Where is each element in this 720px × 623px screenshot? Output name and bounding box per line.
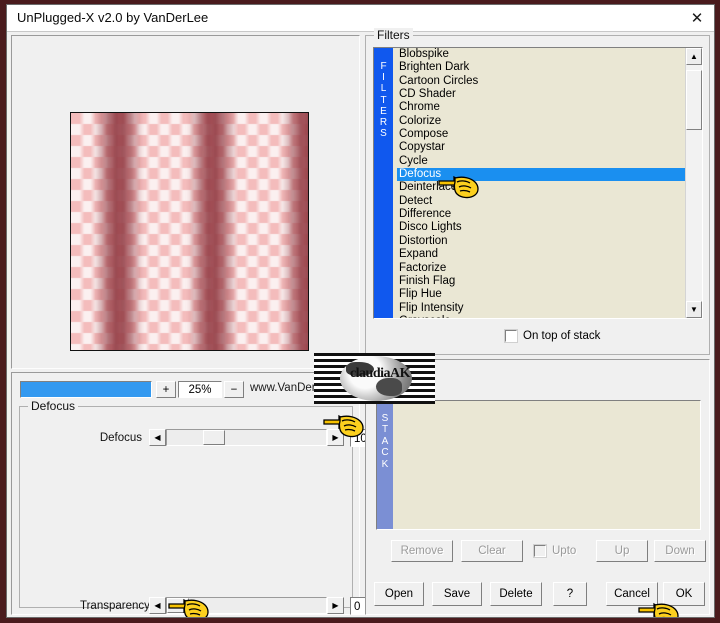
filter-list-item[interactable]: Expand <box>397 248 685 261</box>
arrow-left-icon[interactable]: ◀ <box>149 597 166 614</box>
controls-panel: + 25% − www.VanDerLee.com Defocus Defocu… <box>11 372 390 615</box>
arrow-right-icon[interactable]: ▶ <box>327 597 344 614</box>
delete-button[interactable]: Delete <box>490 582 542 606</box>
filter-list-item[interactable]: Cartoon Circles <box>397 75 685 88</box>
filter-preview-image[interactable] <box>70 112 309 351</box>
zoom-in-button[interactable]: + <box>156 381 176 398</box>
filter-list-item[interactable]: Blobspike <box>397 48 685 61</box>
filter-list-item[interactable]: Copystar <box>397 141 685 154</box>
application-window: UnPlugged-X v2.0 by VanDerLee ✕ Filters … <box>6 4 715 618</box>
upto-label: Upto <box>552 545 577 557</box>
ok-button[interactable]: OK <box>663 582 705 606</box>
stack-vertical-label: STACK <box>377 401 393 529</box>
help-button[interactable]: ? <box>553 582 587 606</box>
defocus-slider-track[interactable] <box>166 429 327 446</box>
window-title: UnPlugged-X v2.0 by VanDerLee <box>17 10 209 25</box>
transparency-slider-track[interactable] <box>166 597 327 614</box>
filters-legend: Filters <box>374 28 413 42</box>
filter-list-item[interactable]: Flip Hue <box>397 288 685 301</box>
transparency-slider-label: Transparency <box>80 599 150 612</box>
arrow-right-icon[interactable]: ▶ <box>327 429 344 446</box>
filter-list-item[interactable]: Flip Intensity <box>397 302 685 315</box>
filter-list-item[interactable]: Brighten Dark <box>397 61 685 74</box>
filters-group: Filters FILTERS Blobspike Brighten Dark Ca… <box>365 28 710 355</box>
filter-list-item[interactable]: Difference <box>397 208 685 221</box>
stack-remove-button[interactable]: Remove <box>391 540 453 562</box>
vanderlee-website-link[interactable]: www.VanDerLee.com <box>250 382 360 394</box>
transparency-slider-thumb[interactable] <box>167 598 189 613</box>
filter-list-item[interactable]: Factorize <box>397 262 685 275</box>
zoom-progress-fill <box>21 382 151 397</box>
window-body: Filters FILTERS Blobspike Brighten Dark Ca… <box>7 28 714 617</box>
scrollbar-thumb[interactable] <box>686 70 702 130</box>
transparency-slider-row: Transparency ◀ ▶ <box>80 597 346 614</box>
filter-list-item[interactable]: Colorize <box>397 115 685 128</box>
chevron-up-icon[interactable]: ▲ <box>686 48 702 65</box>
filter-list-item[interactable]: CD Shader <box>397 88 685 101</box>
zoom-out-button[interactable]: − <box>224 381 244 398</box>
on-top-of-stack-checkbox[interactable] <box>504 329 518 343</box>
filter-list-item[interactable]: Detect <box>397 195 685 208</box>
zoom-level-value: 25% <box>178 381 222 398</box>
defocus-slider-row: Defocus ◀ ▶ <box>80 429 346 446</box>
upto-row[interactable]: Upto <box>533 544 577 558</box>
stack-list[interactable] <box>393 401 700 529</box>
defocus-slider-thumb[interactable] <box>203 430 225 445</box>
chevron-down-icon[interactable]: ▼ <box>686 301 702 318</box>
filter-list-item[interactable]: Chrome <box>397 101 685 114</box>
arrow-left-icon[interactable]: ◀ <box>149 429 166 446</box>
filter-list-item[interactable]: Deinterlace <box>397 181 685 194</box>
stack-clear-button[interactable]: Clear <box>461 540 523 562</box>
filters-scrollbar[interactable]: ▲ ▼ <box>685 48 702 318</box>
on-top-of-stack-row[interactable]: On top of stack <box>504 329 601 343</box>
open-button[interactable]: Open <box>374 582 424 606</box>
defocus-group: Defocus Defocus ◀ ▶ 10 Transparency ◀ ▶ … <box>19 399 390 615</box>
zoom-progress-bar[interactable] <box>20 381 152 398</box>
stack-up-button[interactable]: Up <box>596 540 648 562</box>
filter-list-item[interactable]: Distortion <box>397 235 685 248</box>
filter-list-item[interactable]: Cycle <box>397 155 685 168</box>
filters-vertical-label: FILTERS <box>374 48 393 318</box>
title-bar: UnPlugged-X v2.0 by VanDerLee ✕ <box>7 5 714 32</box>
cancel-button[interactable]: Cancel <box>606 582 658 606</box>
stack-panel: STACK Remove Clear Upto Up Down Open Sav… <box>365 359 710 615</box>
filters-list[interactable]: Blobspike Brighten Dark Cartoon Circles CD … <box>393 48 685 318</box>
defocus-slider-label: Defocus <box>99 431 142 444</box>
on-top-of-stack-label: On top of stack <box>523 330 601 342</box>
filter-list-item[interactable]: Disco Lights <box>397 221 685 234</box>
filter-list-item[interactable]: Finish Flag <box>397 275 685 288</box>
upto-checkbox[interactable] <box>533 544 547 558</box>
preview-canvas <box>71 113 308 350</box>
filter-list-item[interactable]: Grayscale <box>397 315 685 318</box>
stack-list-container: STACK <box>376 400 701 530</box>
save-button[interactable]: Save <box>432 582 482 606</box>
stack-down-button[interactable]: Down <box>654 540 706 562</box>
close-icon[interactable]: ✕ <box>684 7 710 29</box>
app-root: UnPlugged-X v2.0 by VanDerLee ✕ Filters … <box>0 0 720 623</box>
defocus-legend: Defocus <box>28 399 79 413</box>
filter-list-item[interactable]: Compose <box>397 128 685 141</box>
preview-panel <box>11 35 360 369</box>
filters-list-container: FILTERS Blobspike Brighten Dark Cartoon Ci… <box>373 47 703 319</box>
filter-list-item[interactable]: Defocus <box>397 168 685 182</box>
